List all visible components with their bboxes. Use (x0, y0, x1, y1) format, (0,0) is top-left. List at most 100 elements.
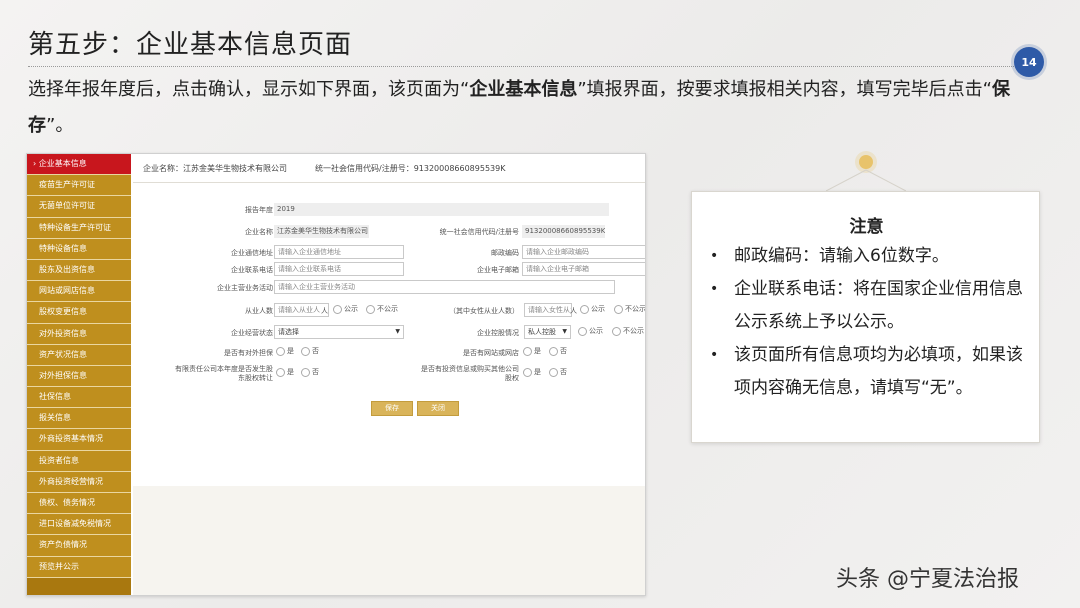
sidebar-item[interactable]: 资产状况信息 (27, 344, 131, 366)
radio-dot (333, 304, 342, 314)
sidebar-item[interactable]: 债权、债务情况 (27, 493, 131, 515)
business-label: 企业主营业务活动 (217, 284, 273, 292)
business-status-label: 企业经营状态 (231, 329, 273, 337)
postcode-label: 邮政编码 (491, 249, 519, 257)
pin-icon (859, 155, 873, 169)
form-footer-area (133, 486, 645, 595)
business-status-select[interactable]: 请选择 ▼ (274, 325, 404, 339)
radio-label: 是 (534, 368, 541, 376)
employees-public-radio[interactable]: 公示 (333, 304, 358, 314)
equity-yes-radio[interactable]: 是 (276, 367, 294, 377)
sidebar-menu: 企业基本信息 疫苗生产许可证 无菌单位许可证 特种设备生产许可证 特种设备信息 … (27, 154, 131, 595)
website-yes-radio[interactable]: 是 (523, 346, 541, 356)
sidebar-item[interactable]: 外商投资经营情况 (27, 471, 131, 493)
phone-label: 企业联系电话 (231, 266, 273, 274)
sidebar-item[interactable]: 股东及出资信息 (27, 259, 131, 282)
sidebar-item[interactable]: 无菌单位许可证 (27, 196, 131, 218)
sidebar-item[interactable]: 外商投资基本情况 (27, 429, 131, 451)
radio-label: 不公示 (377, 305, 398, 313)
investment-yes-radio[interactable]: 是 (523, 367, 541, 377)
website-label: 是否有网站或网店 (463, 349, 519, 357)
equity-no-radio[interactable]: 否 (301, 367, 319, 377)
radio-dot (612, 326, 621, 336)
holding-label: 企业控股情况 (477, 329, 519, 337)
radio-dot (301, 367, 310, 377)
sidebar-item[interactable]: 进口设备减免税情况 (27, 514, 131, 536)
chevron-down-icon: ▼ (395, 328, 400, 335)
guarantee-yes-radio[interactable]: 是 (276, 346, 294, 356)
sidebar-item[interactable]: 网站或网店信息 (27, 281, 131, 303)
radio-dot (580, 304, 589, 314)
female-public-radio[interactable]: 公示 (580, 304, 605, 314)
radio-label: 是 (534, 347, 541, 355)
sidebar-item-preview-publish[interactable]: 预览并公示 (27, 556, 131, 578)
radio-dot (301, 346, 310, 356)
postcode-input[interactable]: 请输入企业邮政编码 (522, 245, 645, 259)
holding-select[interactable]: 私人控股 ▼ (524, 325, 571, 339)
equity-transfer-label: 有限责任公司本年度是否发生股东股权转让 (175, 365, 273, 382)
sidebar-item[interactable]: 社保信息 (27, 387, 131, 409)
sidebar-item[interactable]: 股权变更信息 (27, 302, 131, 324)
radio-label: 公示 (591, 305, 605, 313)
employees-unit: 人 (321, 307, 328, 315)
radio-label: 不公示 (623, 327, 644, 335)
company-header: 企业名称：江苏金美华生物技术有限公司 统一社会信用代码/注册号：913200086… (143, 163, 505, 174)
radio-dot (523, 346, 532, 356)
employees-not-public-radio[interactable]: 不公示 (366, 304, 398, 314)
note-list: 邮政编码：请输入6位数字。 企业联系电话：将在国家企业信用信息公示系统上予以公示… (710, 240, 1030, 405)
note-item: 企业联系电话：将在国家企业信用信息公示系统上予以公示。 (710, 273, 1030, 339)
radio-dot (549, 367, 558, 377)
radio-dot (614, 304, 623, 314)
intro-text: 选择年报年度后，点击确认，显示如下界面，该页面为“企业基本信息”填报界面，按要求… (28, 72, 1038, 144)
radio-dot (366, 304, 375, 314)
radio-label: 否 (312, 347, 319, 355)
close-button[interactable]: 关闭 (417, 401, 459, 416)
sidebar-item[interactable]: 报关信息 (27, 408, 131, 430)
company-name-value: 江苏金美华生物技术有限公司 (274, 225, 369, 238)
investment-no-radio[interactable]: 否 (549, 367, 567, 377)
sidebar-item[interactable]: 特种设备生产许可证 (27, 217, 131, 239)
note-panel: 注意 邮政编码：请输入6位数字。 企业联系电话：将在国家企业信用信息公示系统上予… (691, 191, 1040, 443)
credit-code-value: 91320008660895539K (522, 225, 605, 238)
sidebar-item[interactable]: 对外投资信息 (27, 323, 131, 345)
female-employees-unit: 人 (570, 307, 577, 315)
female-not-public-radio[interactable]: 不公示 (614, 304, 646, 314)
phone-input[interactable]: 请输入企业联系电话 (274, 262, 404, 276)
intro-part2: ”填报界面，按要求填报相关内容，填写完毕后点击“ (577, 79, 992, 100)
female-employees-input[interactable]: 请输入女性从业 (524, 303, 572, 317)
business-input[interactable]: 请输入企业主营业务活动 (274, 280, 615, 294)
radio-label: 不公示 (625, 305, 646, 313)
report-year-value: 2019 (274, 203, 609, 216)
radio-label: 公示 (589, 327, 603, 335)
radio-label: 否 (560, 347, 567, 355)
save-button[interactable]: 保存 (371, 401, 413, 416)
slide-title: 第五步：企业基本信息页面 (28, 30, 353, 60)
holding-not-public-radio[interactable]: 不公示 (612, 326, 644, 336)
sidebar-item[interactable]: 对外担保信息 (27, 365, 131, 388)
credit-code-label: 统一社会信用代码/注册号 (439, 228, 519, 236)
radio-dot (578, 326, 587, 336)
intro-part3: ”。 (46, 115, 74, 136)
intro-bold1: 企业基本信息 (469, 79, 578, 100)
website-no-radio[interactable]: 否 (549, 346, 567, 356)
report-year-label: 报告年度 (245, 206, 273, 214)
guarantee-no-radio[interactable]: 否 (301, 346, 319, 356)
note-pointer (826, 169, 906, 191)
form-screenshot: 企业基本信息 疫苗生产许可证 无菌单位许可证 特种设备生产许可证 特种设备信息 … (26, 153, 646, 596)
email-input[interactable]: 请输入企业电子邮箱 (522, 262, 645, 276)
email-label: 企业电子邮箱 (477, 266, 519, 274)
company-name-header: 企业名称：江苏金美华生物技术有限公司 (143, 164, 287, 173)
radio-label: 否 (560, 368, 567, 376)
radio-dot (523, 367, 532, 377)
sidebar-item-basic-info[interactable]: 企业基本信息 (27, 154, 131, 176)
sidebar-item[interactable]: 疫苗生产许可证 (27, 175, 131, 197)
note-item: 该页面所有信息项均为必填项，如果该项内容确无信息，请填写“无”。 (710, 339, 1030, 405)
address-input[interactable]: 请输入企业通信地址 (274, 245, 404, 259)
sidebar-item[interactable]: 资产负债情况 (27, 535, 131, 557)
address-label: 企业通信地址 (231, 249, 273, 257)
radio-dot (276, 346, 285, 356)
holding-public-radio[interactable]: 公示 (578, 326, 603, 336)
sidebar-item[interactable]: 投资者信息 (27, 450, 131, 472)
holding-value: 私人控股 (528, 328, 556, 336)
sidebar-item[interactable]: 特种设备信息 (27, 238, 131, 260)
